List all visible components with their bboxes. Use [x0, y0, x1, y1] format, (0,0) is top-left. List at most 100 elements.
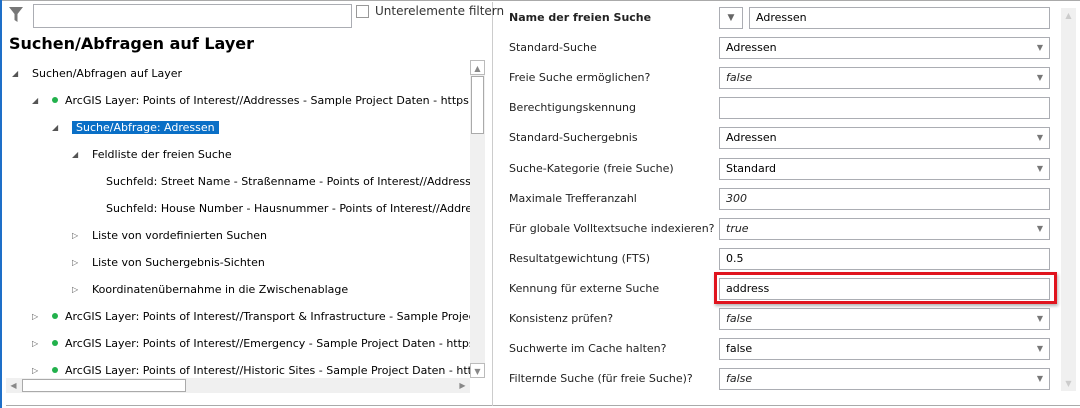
tree-node-label: Koordinatenübernahme in die Zwischenabla… — [92, 283, 349, 296]
property-row: Filternde Suche (für freie Suche)? false ▼ — [509, 368, 1054, 391]
collapse-icon[interactable]: ◢ — [12, 65, 18, 83]
property-input[interactable] — [719, 97, 1050, 120]
tree-horizontal-scrollbar[interactable]: ◀ ▶ — [6, 378, 470, 393]
chevron-down-icon[interactable]: ▼ — [1037, 369, 1043, 389]
property-row: Resultatgewichtung (FTS) 0.5 — [509, 247, 1054, 270]
property-value: Standard — [726, 161, 777, 175]
properties-scrollbar[interactable]: ▲ ▼ — [1061, 8, 1076, 391]
property-select[interactable]: Adressen ▼ — [719, 37, 1050, 60]
property-value: false — [726, 71, 753, 85]
filter-children-label[interactable]: Unterelemente filtern — [375, 4, 504, 18]
property-label: Für globale Volltextsuche indexieren? — [509, 221, 715, 235]
collapse-icon[interactable]: ◢ — [72, 146, 78, 164]
chevron-down-icon[interactable]: ▼ — [1037, 128, 1043, 148]
property-label: Filternde Suche (für freie Suche)? — [509, 372, 693, 386]
property-select[interactable]: false ▼ — [719, 308, 1050, 330]
property-row: Suche-Kategorie (freie Suche) Standard ▼ — [509, 157, 1054, 180]
property-label: Standard-Suchergebnis — [509, 131, 638, 145]
tree-node-label: ArcGIS Layer: Points of Interest//Histor… — [65, 364, 471, 377]
expand-icon[interactable]: ▷ — [72, 227, 78, 245]
highlight-frame — [714, 272, 1057, 304]
expand-icon[interactable]: ▷ — [32, 308, 38, 326]
scroll-left-icon[interactable]: ◀ — [6, 378, 21, 393]
property-value: false — [726, 312, 753, 325]
property-row: Maximale Trefferanzahl 300 — [509, 187, 1054, 210]
scroll-thumb[interactable] — [22, 379, 186, 392]
tree-node-label: Feldliste der freien Suche — [92, 148, 232, 161]
property-input[interactable]: 0.5 — [719, 247, 1050, 270]
tree-node-label: ArcGIS Layer: Points of Interest//Addres… — [65, 94, 471, 107]
expand-icon[interactable]: ▷ — [72, 281, 78, 299]
filter-icon[interactable] — [9, 7, 23, 23]
property-value: false — [726, 342, 753, 356]
property-row: Berechtigungskennung — [509, 97, 1054, 120]
collapse-icon[interactable]: ◢ — [32, 92, 38, 110]
expand-icon[interactable]: ▷ — [32, 362, 38, 378]
tree-node-label: ArcGIS Layer: Points of Interest//Emerge… — [65, 337, 471, 350]
chevron-down-icon[interactable]: ▼ — [1037, 68, 1043, 88]
property-value: Adressen — [756, 11, 807, 24]
property-select[interactable]: false ▼ — [719, 338, 1050, 361]
scroll-down-icon[interactable]: ▼ — [1061, 376, 1076, 391]
property-row: Name der freien Suche ▼ Adressen — [509, 7, 1054, 29]
property-label: Standard-Suche — [509, 41, 597, 55]
property-value: 0.5 — [726, 251, 744, 265]
tree-vertical-scrollbar[interactable]: ▲ ▼ — [470, 60, 485, 378]
property-label: Kennung für externe Suche — [509, 281, 660, 295]
status-dot-icon — [52, 97, 58, 103]
top-border — [0, 0, 1080, 1]
property-value: true — [726, 221, 749, 235]
property-select[interactable]: true ▼ — [719, 217, 1050, 240]
chevron-down-icon[interactable]: ▼ — [1037, 219, 1043, 239]
property-input[interactable]: 300 — [719, 187, 1050, 210]
status-dot-icon — [52, 367, 58, 373]
chevron-down-icon[interactable]: ▼ — [1037, 309, 1043, 329]
scroll-up-icon[interactable]: ▲ — [1061, 8, 1076, 23]
property-select[interactable]: false ▼ — [719, 67, 1050, 90]
filter-children-checkbox[interactable] — [356, 5, 369, 18]
search-name-input[interactable]: Adressen — [749, 7, 1050, 29]
property-row: Standard-Suchergebnis Adressen ▼ — [509, 127, 1054, 150]
property-row: Konsistenz prüfen? false ▼ — [509, 308, 1054, 330]
bottom-border — [6, 405, 1080, 406]
property-value: Adressen — [726, 41, 777, 55]
chevron-down-icon[interactable]: ▼ — [1037, 339, 1043, 359]
scroll-thumb[interactable] — [471, 76, 484, 134]
property-label: Resultatgewichtung (FTS) — [509, 251, 651, 265]
property-row: Suchwerte im Cache halten? false ▼ — [509, 338, 1054, 361]
panel-divider[interactable] — [492, 2, 493, 406]
panel-title: Suchen/Abfragen auf Layer — [9, 34, 255, 53]
status-dot-icon — [52, 313, 58, 319]
tree-node-label: ArcGIS Layer: Points of Interest//Transp… — [65, 310, 471, 323]
status-dot-icon — [52, 340, 58, 346]
scroll-down-icon[interactable]: ▼ — [470, 363, 485, 378]
collapse-icon[interactable]: ◢ — [52, 119, 58, 137]
property-value: false — [726, 372, 753, 386]
property-label: Maximale Trefferanzahl — [509, 191, 637, 205]
expand-icon[interactable]: ▷ — [32, 335, 38, 353]
property-select[interactable]: false ▼ — [719, 368, 1050, 391]
layer-tree: ◢ Suchen/Abfragen auf Layer ◢ ArcGIS Layer:… — [6, 60, 471, 378]
tree-filter-input[interactable] — [33, 4, 352, 28]
scroll-up-icon[interactable]: ▲ — [470, 60, 485, 75]
property-select[interactable]: Adressen ▼ — [719, 127, 1050, 150]
tree-node-label: Liste von vordefinierten Suchen — [92, 229, 268, 242]
focus-border — [0, 0, 2, 408]
tree-node-label: Suchen/Abfragen auf Layer — [32, 67, 183, 80]
property-label: Suchwerte im Cache halten? — [509, 342, 667, 356]
tree-node-label: Suchfeld: Street Name - Straßenname - Po… — [106, 175, 471, 188]
property-label: Berechtigungskennung — [509, 101, 637, 115]
chevron-down-icon[interactable]: ▼ — [1037, 38, 1043, 58]
property-value: Adressen — [726, 131, 777, 145]
tree-node-label: Liste von Suchergebnis-Sichten — [92, 256, 265, 269]
property-label: Suche-Kategorie (freie Suche) — [509, 161, 674, 175]
tree-node-label: Suche/Abfrage: Adressen — [72, 121, 219, 134]
expand-icon[interactable]: ▷ — [72, 254, 78, 272]
property-row: Für globale Volltextsuche indexieren? tru… — [509, 217, 1054, 240]
property-select[interactable]: Standard ▼ — [719, 157, 1050, 180]
property-value: 300 — [726, 191, 747, 205]
scroll-right-icon[interactable]: ▶ — [455, 378, 470, 393]
chevron-down-icon[interactable]: ▼ — [1037, 159, 1043, 179]
dropdown-button[interactable]: ▼ — [719, 7, 743, 29]
property-label: Name der freien Suche — [509, 11, 652, 24]
